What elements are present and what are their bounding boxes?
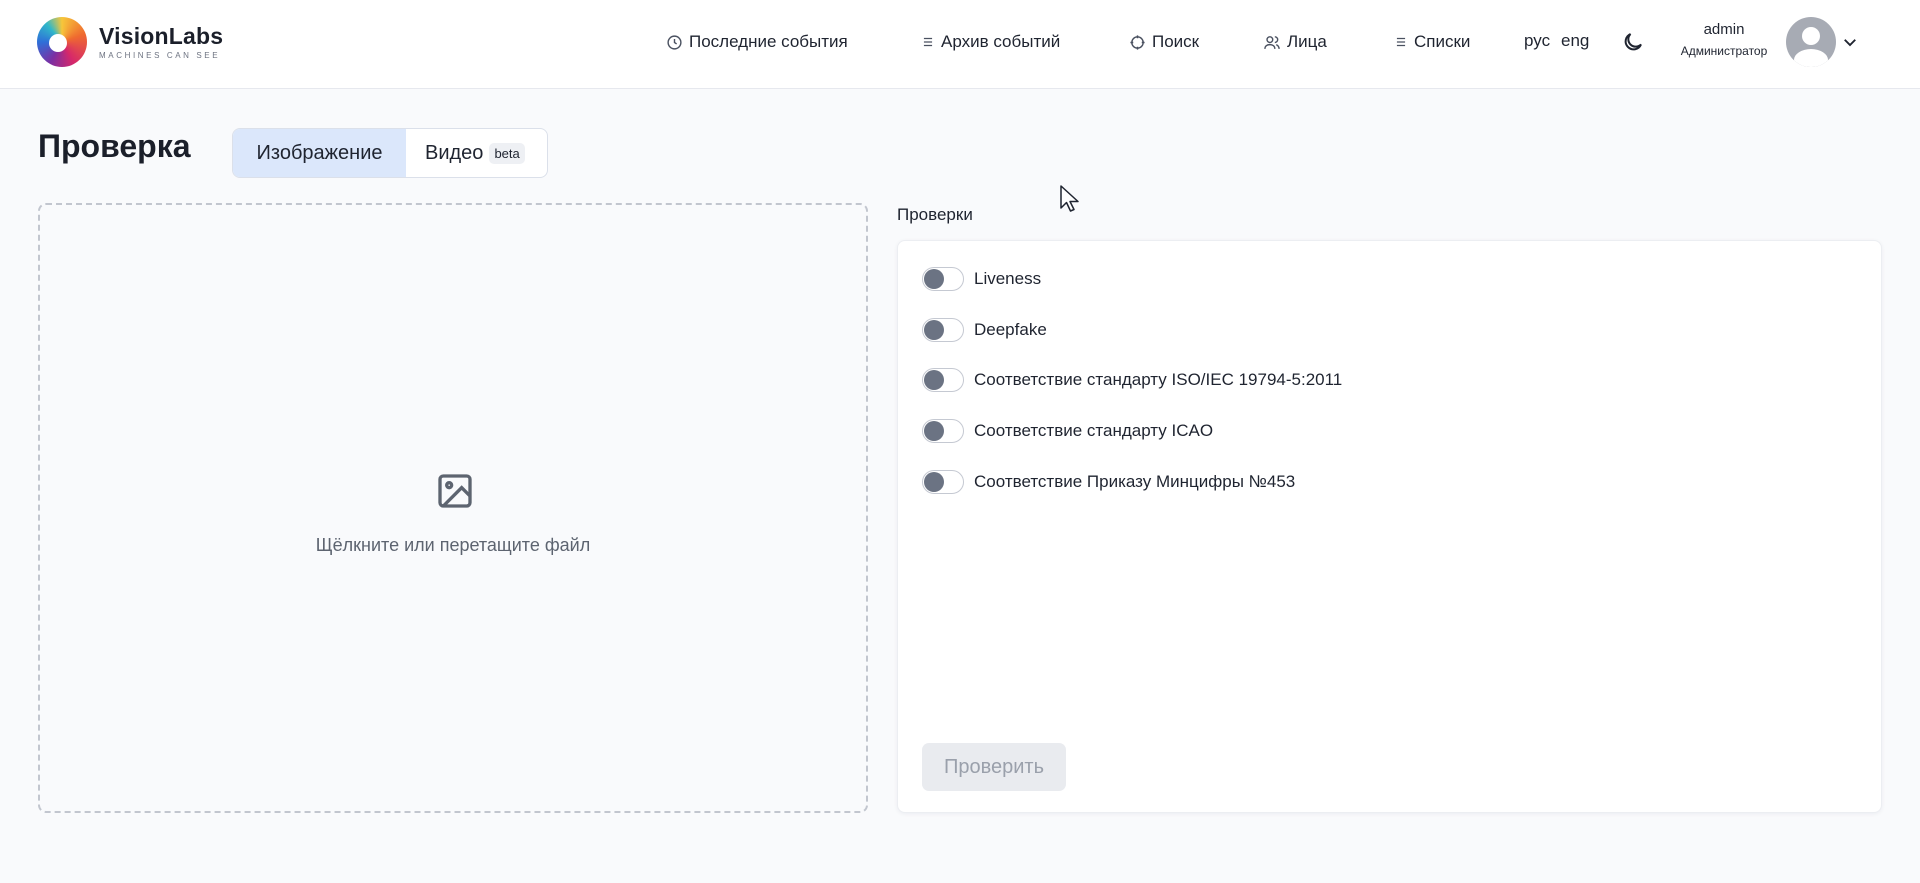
page-title: Проверка	[38, 128, 191, 164]
logo-mark-icon	[37, 17, 87, 67]
check-label: Соответствие стандарту ISO/IEC 19794-5:2…	[974, 370, 1343, 389]
beta-badge: beta	[489, 142, 525, 164]
toggle-switch[interactable]	[922, 368, 964, 392]
nav-label: Архив событий	[941, 32, 1061, 51]
check-deepfake: Deepfake	[922, 317, 1047, 343]
check-liveness: Liveness	[922, 266, 1041, 292]
checks-heading: Проверки	[897, 205, 973, 224]
lang-en[interactable]: eng	[1561, 31, 1589, 51]
nav-label: Последние события	[689, 32, 848, 51]
nav-label: Поиск	[1152, 32, 1200, 51]
check-label: Deepfake	[974, 320, 1047, 339]
nav-faces[interactable]: Лица	[1263, 31, 1327, 53]
avatar[interactable]	[1786, 17, 1836, 67]
tab-label: Изображение	[256, 141, 383, 164]
check-label: Liveness	[974, 269, 1042, 288]
tab-label: Видео	[425, 141, 484, 164]
submit-check-button[interactable]: Проверить	[922, 743, 1066, 791]
file-dropzone[interactable]: Щёлкните или перетащите файл	[38, 203, 868, 813]
logo-tagline: MACHINES CAN SEE	[99, 51, 221, 60]
user-name: admin	[1703, 21, 1745, 38]
logo[interactable]: VisionLabs MACHINES CAN SEE	[37, 17, 223, 67]
mode-tabs: Изображение Видео beta	[232, 128, 548, 178]
user-avatar-icon	[1794, 27, 1828, 67]
tab-image[interactable]: Изображение	[233, 129, 406, 177]
lang-ru[interactable]: рус	[1524, 31, 1550, 51]
toggle-switch[interactable]	[922, 318, 964, 342]
clock-icon	[667, 34, 682, 50]
nav-events-archive[interactable]: Архив событий	[921, 31, 1060, 53]
list-icon	[1396, 37, 1406, 47]
dropzone-hint: Щёлкните или перетащите файл	[315, 535, 591, 555]
checks-panel: Liveness Deepfake Соответствие стандарту…	[897, 240, 1882, 813]
search-target-icon	[1130, 34, 1145, 50]
check-icao: Соответствие стандарту ICAO	[922, 418, 1213, 444]
chevron-down-icon[interactable]	[1841, 33, 1859, 51]
image-icon	[438, 474, 472, 508]
moon-icon[interactable]	[1621, 30, 1645, 54]
logo-name: VisionLabs	[99, 23, 224, 49]
mouse-cursor-icon	[1060, 185, 1079, 212]
check-label: Соответствие Приказу Минцифры №453	[974, 472, 1296, 491]
nav-label: Лица	[1287, 32, 1327, 51]
list-icon	[923, 37, 933, 47]
toggle-switch[interactable]	[922, 419, 964, 443]
tab-video[interactable]: Видео beta	[406, 129, 525, 177]
app-header: VisionLabs MACHINES CAN SEE Последние со…	[0, 0, 1920, 89]
nav-recent-events[interactable]: Последние события	[666, 31, 848, 53]
nav-label: Списки	[1414, 32, 1471, 51]
check-mintsifry: Соответствие Приказу Минцифры №453	[922, 469, 1295, 495]
nav-lists[interactable]: Списки	[1394, 31, 1470, 53]
nav-search[interactable]: Поиск	[1129, 31, 1199, 53]
users-icon	[1264, 35, 1280, 49]
check-iso: Соответствие стандарту ISO/IEC 19794-5:2…	[922, 367, 1342, 393]
toggle-switch[interactable]	[922, 267, 964, 291]
toggle-switch[interactable]	[922, 470, 964, 494]
check-label: Соответствие стандарту ICAO	[974, 421, 1214, 440]
user-role: Администратор	[1680, 44, 1768, 58]
